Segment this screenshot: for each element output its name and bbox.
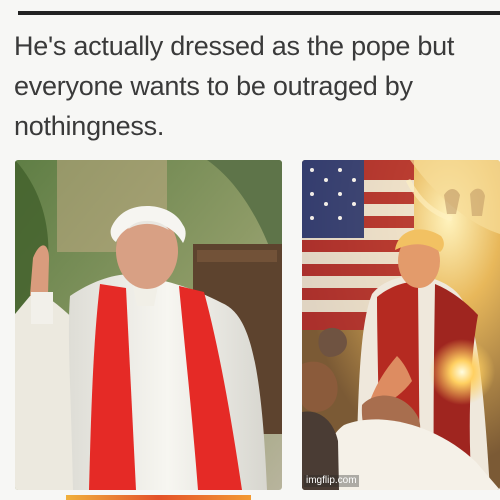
- meme-page: He's actually dressed as the pope but ev…: [0, 0, 500, 500]
- painting-illustration: [302, 160, 500, 490]
- post-text-line-1: He's actually dressed as the pope but: [14, 31, 455, 61]
- pope-photo: [15, 160, 282, 490]
- post-text: He's actually dressed as the pope but ev…: [14, 26, 500, 146]
- post-text-line-2: everyone wants to be outraged by: [14, 71, 413, 101]
- bottom-image-strip: [66, 495, 251, 500]
- imgflip-watermark: imgflip.com: [304, 475, 359, 487]
- painting-photo: imgflip.com: [302, 160, 500, 490]
- top-divider: [18, 11, 500, 15]
- pope-photo-illustration: [15, 160, 282, 490]
- post-text-line-3: nothingness.: [14, 111, 165, 141]
